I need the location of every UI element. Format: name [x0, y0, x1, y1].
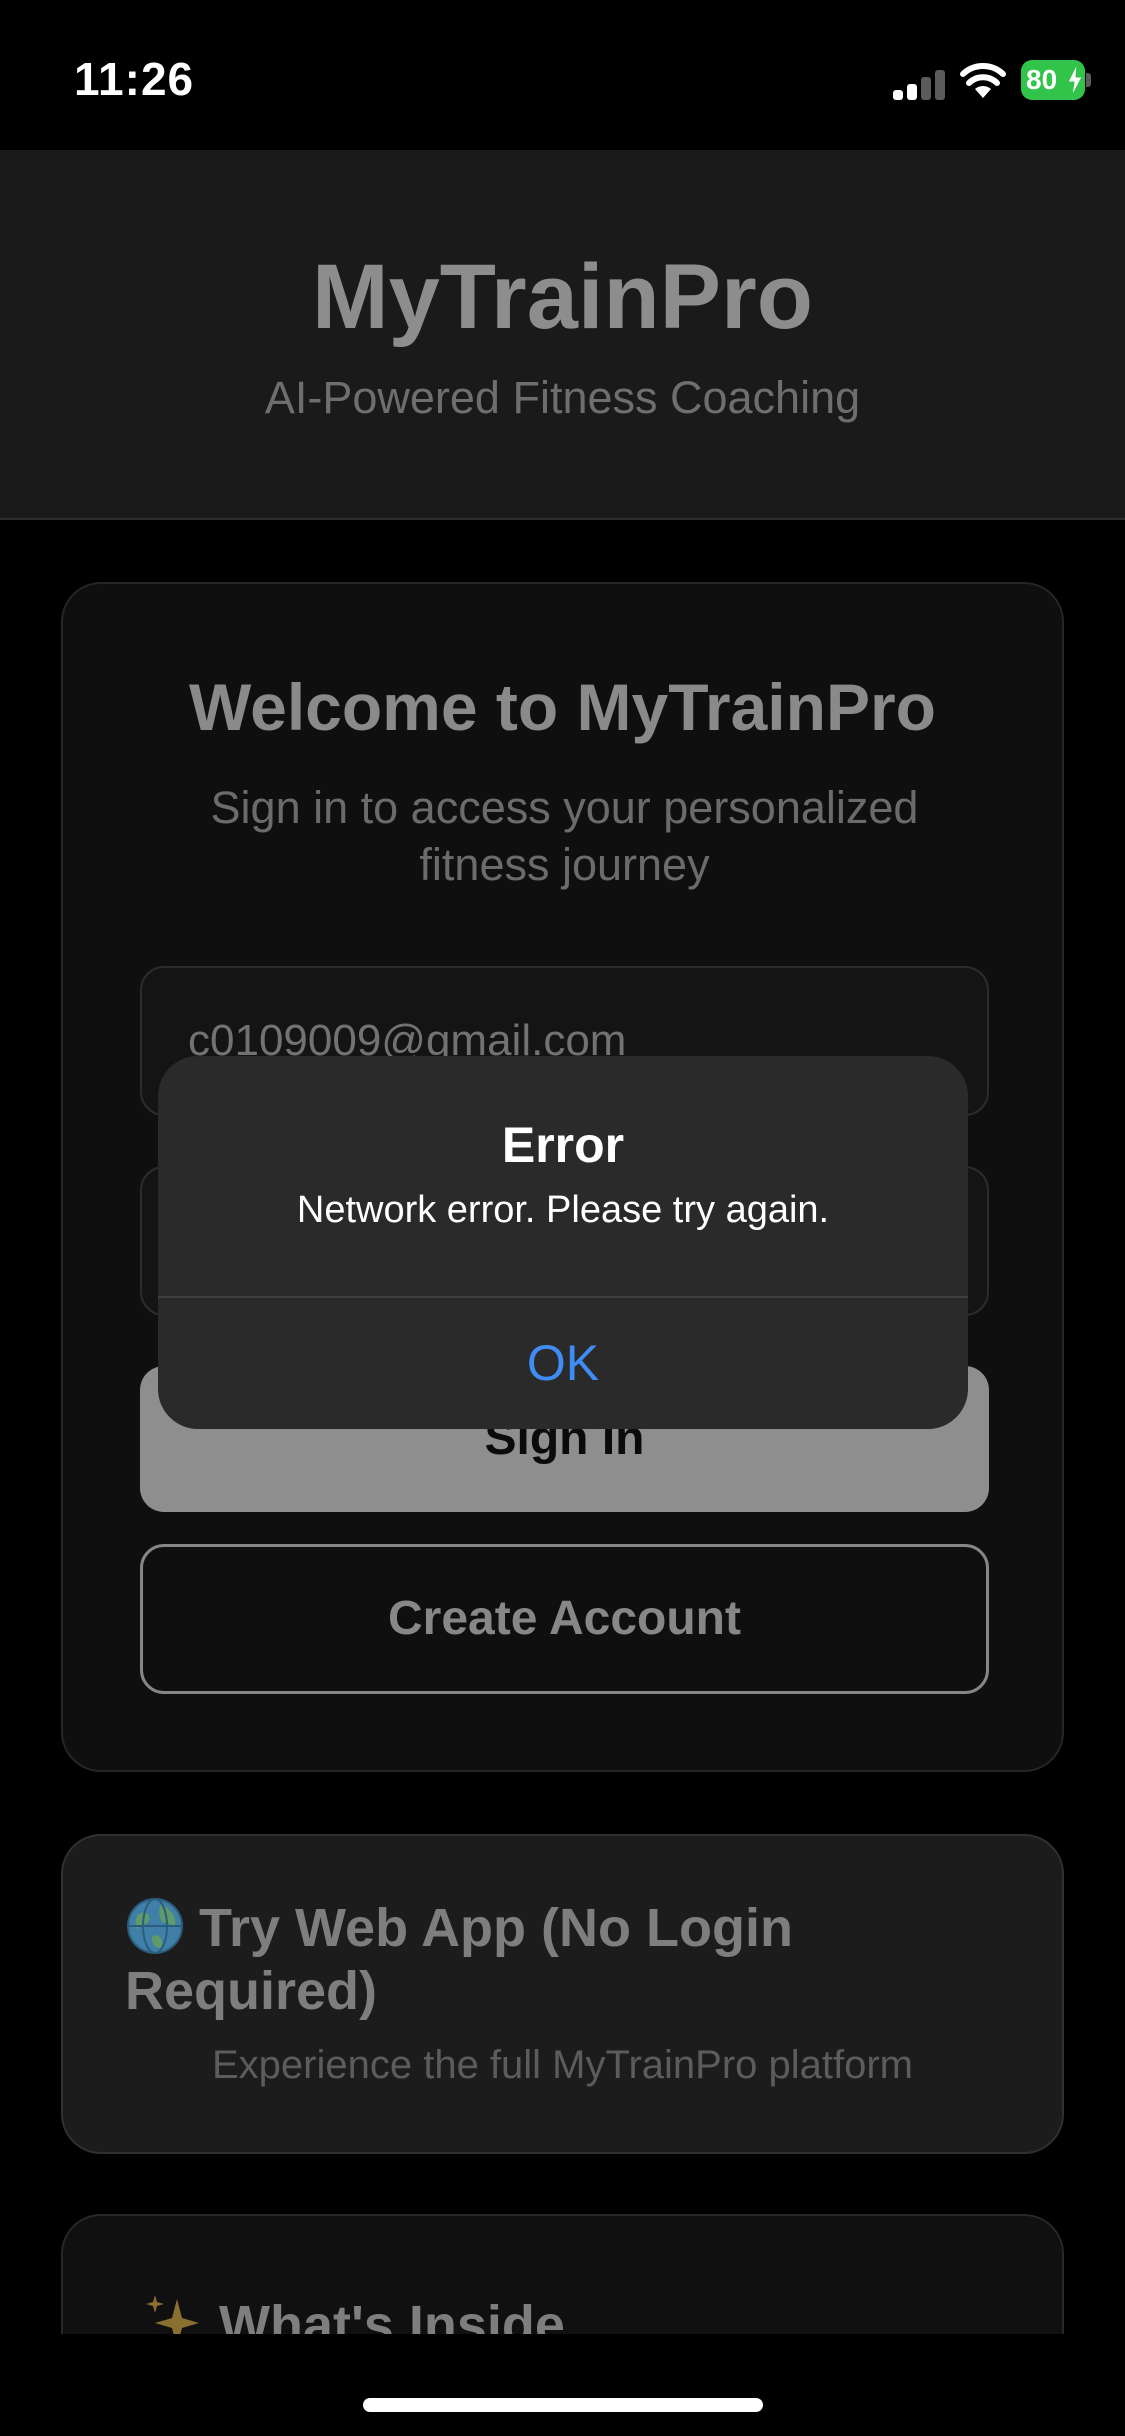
create-account-button[interactable]: Create Account — [140, 1544, 989, 1694]
welcome-subtitle: Sign in to access your personalized fitn… — [210, 782, 919, 890]
alert-title: Error — [501, 1117, 625, 1173]
app-title: MyTrainPro — [311, 246, 813, 348]
status-time: 11:26 — [74, 53, 195, 105]
ok-button[interactable]: OK — [158, 1298, 968, 1429]
error-alert-dialog: Error Network error. Please try again. O… — [158, 1056, 968, 1429]
welcome-title: Welcome to MyTrainPro — [189, 670, 936, 744]
web-app-title: Try Web App (No Login Required) — [125, 1896, 1005, 2023]
web-app-description: Experience the full MyTrainPro platform — [211, 2043, 913, 2087]
app-header: MyTrainPro AI-Powered Fitness Coaching — [0, 150, 1125, 520]
battery-icon: 80 — [1021, 60, 1091, 100]
web-app-card[interactable]: Try Web App (No Login Required) Experien… — [61, 1834, 1064, 2154]
wifi-icon — [960, 63, 1006, 98]
screen: 11:26 80 MyTrainPro AI-Powered Fitness C… — [0, 0, 1125, 2436]
signal-icon — [893, 70, 947, 100]
globe-icon — [127, 1898, 183, 1954]
charging-bolt-icon — [1067, 64, 1083, 96]
alert-message: Network error. Please try again. — [296, 1189, 830, 1231]
web-app-title-text: Try Web App (No Login Required) — [125, 1898, 793, 2021]
home-indicator[interactable] — [363, 2398, 763, 2412]
battery-cap — [1086, 73, 1091, 87]
app-subtitle: AI-Powered Fitness Coaching — [264, 372, 861, 423]
status-bar: 11:26 80 — [0, 0, 1125, 150]
bottom-safe-area — [0, 2334, 1125, 2436]
